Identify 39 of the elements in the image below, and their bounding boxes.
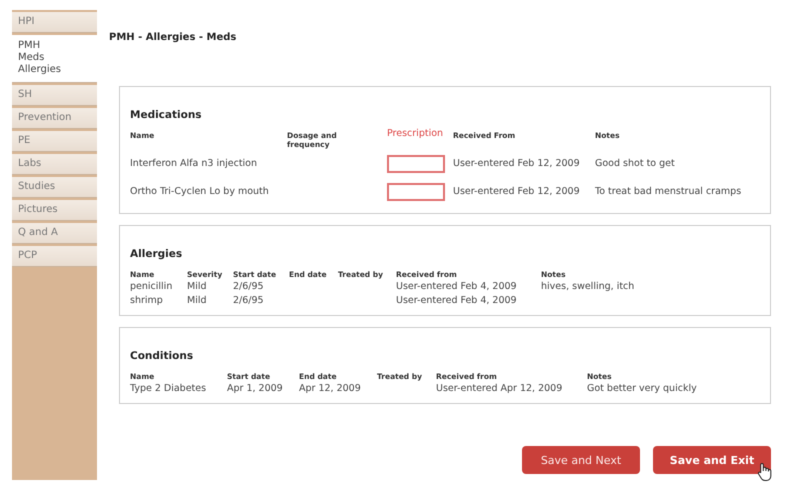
page-title: PMH - Allergies - Meds bbox=[109, 32, 236, 43]
table-cell: Type 2 Diabetes bbox=[130, 383, 206, 394]
table-cell: Mild bbox=[187, 281, 207, 292]
section-title: Conditions bbox=[130, 350, 194, 362]
table-cell: Apr 12, 2009 bbox=[299, 383, 361, 394]
table-cell: User-entered Feb 4, 2009 bbox=[396, 281, 517, 292]
save-button[interactable]: Save and Exit bbox=[653, 446, 771, 474]
table-cell: Ortho Tri-Cyclen Lo by mouth bbox=[130, 186, 269, 198]
table-cell: penicillin bbox=[130, 281, 172, 292]
table-cell: User-entered Apr 12, 2009 bbox=[436, 383, 562, 394]
sidebar-tab[interactable]: PMH Meds Allergies bbox=[12, 35, 97, 83]
table-cell: User-entered Feb 12, 2009 bbox=[453, 158, 580, 170]
prescription-field[interactable] bbox=[387, 183, 445, 201]
section-title: Allergies bbox=[130, 248, 182, 260]
sidebar-tab[interactable]: HPI bbox=[12, 12, 97, 33]
table-cell: User-entered Feb 4, 2009 bbox=[396, 295, 517, 306]
table-cell: 2/6/95 bbox=[233, 281, 264, 292]
sidebar-tab[interactable]: SH bbox=[12, 85, 97, 106]
table-cell: Good shot to get bbox=[595, 158, 675, 170]
section-title: Medications bbox=[130, 109, 202, 121]
sidebar-tab[interactable]: Q and A bbox=[12, 223, 97, 244]
save-button[interactable]: Save and Next bbox=[522, 446, 640, 474]
table-cell: Apr 1, 2009 bbox=[227, 383, 283, 394]
sidebar-tab[interactable]: Prevention bbox=[12, 108, 97, 129]
table-cell: Interferon Alfa n3 injection bbox=[130, 158, 258, 170]
table-cell: shrimp bbox=[130, 295, 163, 306]
sidebar-tab[interactable]: Studies bbox=[12, 177, 97, 198]
table-cell: Got better very quickly bbox=[587, 383, 697, 394]
sidebar-tab[interactable]: PE bbox=[12, 131, 97, 152]
sidebar-tab[interactable]: Pictures bbox=[12, 200, 97, 221]
sidebar-tab[interactable]: Labs bbox=[12, 154, 97, 175]
sidebar-tab[interactable]: PCP bbox=[12, 246, 97, 267]
table-cell: To treat bad menstrual cramps bbox=[595, 186, 742, 198]
table-cell: Mild bbox=[187, 295, 207, 306]
prescription-field[interactable] bbox=[387, 155, 445, 173]
column-header: Prescription bbox=[387, 128, 444, 139]
table-cell: hives, swelling, itch bbox=[541, 281, 634, 292]
table-cell: User-entered Feb 12, 2009 bbox=[453, 186, 580, 198]
table-cell: 2/6/95 bbox=[233, 295, 264, 306]
